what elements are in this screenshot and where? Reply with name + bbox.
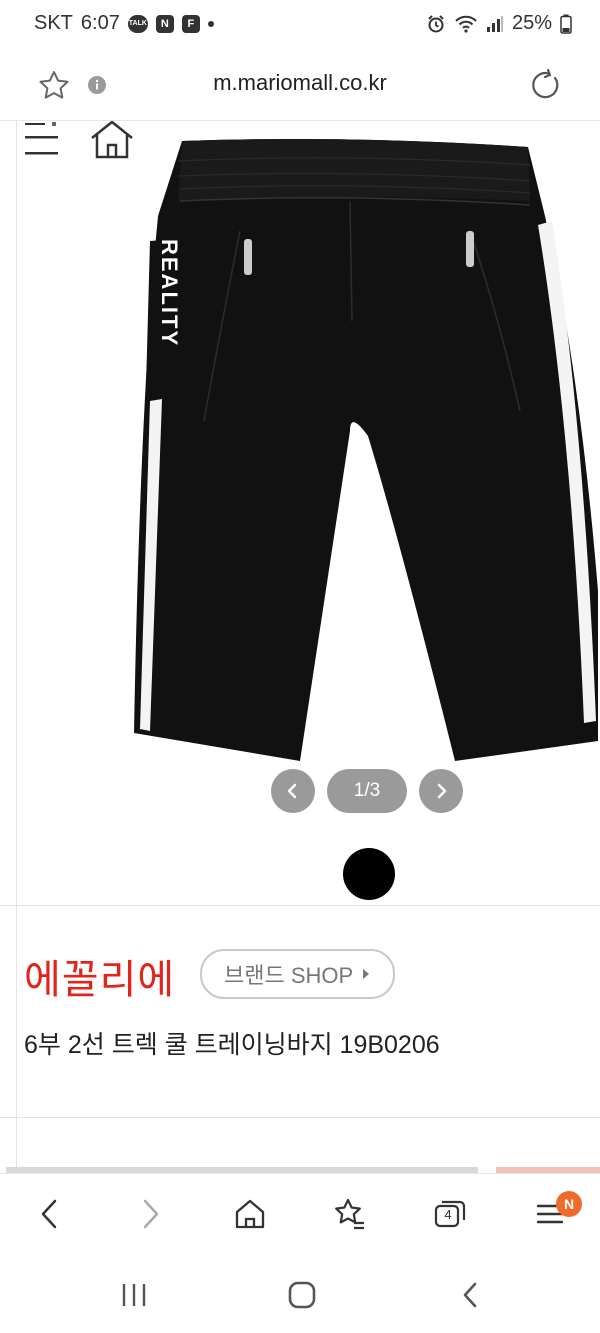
more-menu-icon[interactable]: N [530,1191,582,1234]
n-notification-icon: N [155,14,174,33]
page-content[interactable]: REALITY 1/3 에꼴리에 브랜드 SHOP 6부 2선 트렉 쿨 트레이… [0,121,600,1173]
status-right: 25% [426,12,572,35]
notification-badge: N [556,1191,582,1217]
system-back-icon[interactable] [448,1275,492,1315]
more-notifications-dot-icon [207,20,214,27]
wifi-icon [455,15,477,33]
tabs-icon[interactable]: 4 [430,1194,470,1234]
forward-icon[interactable] [130,1194,170,1234]
tab-count: 4 [444,1207,452,1222]
carousel-controls: 1/3 [271,769,463,813]
carousel-pager: 1/3 [327,769,407,813]
carrier-label: SKT [34,12,73,34]
chevron-right-icon [437,783,447,799]
talk-notification-icon: TALK [127,14,148,33]
clock: 6:07 [80,12,120,34]
f-notification-icon: F [181,14,200,33]
brand-shop-label: 브랜드 SHOP [224,963,354,988]
product-print-reality: REALITY [157,239,182,347]
browser-url-bar: m.mariomall.co.kr [0,48,600,121]
carousel-indicator-dot[interactable] [343,848,395,900]
browser-toolbar: 4 N [0,1173,600,1258]
status-bar: SKT 6:07 TALK N F 25% [0,0,600,48]
section-divider [0,1117,600,1118]
bookmark-star-icon[interactable] [330,1194,370,1234]
signal-icon [486,15,503,32]
system-home-icon[interactable] [280,1275,324,1315]
alarm-icon [428,14,444,32]
battery-level: 25% [511,12,552,34]
chevron-left-icon [287,783,297,799]
carousel-prev-button[interactable] [271,769,315,813]
refresh-icon[interactable] [526,65,566,105]
system-nav-bar [0,1257,600,1333]
back-icon[interactable] [30,1194,70,1234]
product-image[interactable]: REALITY [0,121,600,781]
url-field[interactable]: m.mariomall.co.kr [0,70,600,96]
section-divider [0,905,600,906]
battery-icon [560,14,572,34]
status-left: SKT 6:07 TALK N F [34,12,214,35]
browser-home-icon[interactable] [230,1194,270,1234]
brand-name[interactable]: 에꼴리에 [24,947,175,1005]
product-name: 6부 2선 트렉 쿨 트레이닝바지 19B0206 [24,1031,440,1059]
caret-right-icon [363,969,370,979]
brand-shop-button[interactable]: 브랜드 SHOP [200,949,396,999]
carousel-next-button[interactable] [419,769,463,813]
recents-icon[interactable] [112,1277,156,1313]
